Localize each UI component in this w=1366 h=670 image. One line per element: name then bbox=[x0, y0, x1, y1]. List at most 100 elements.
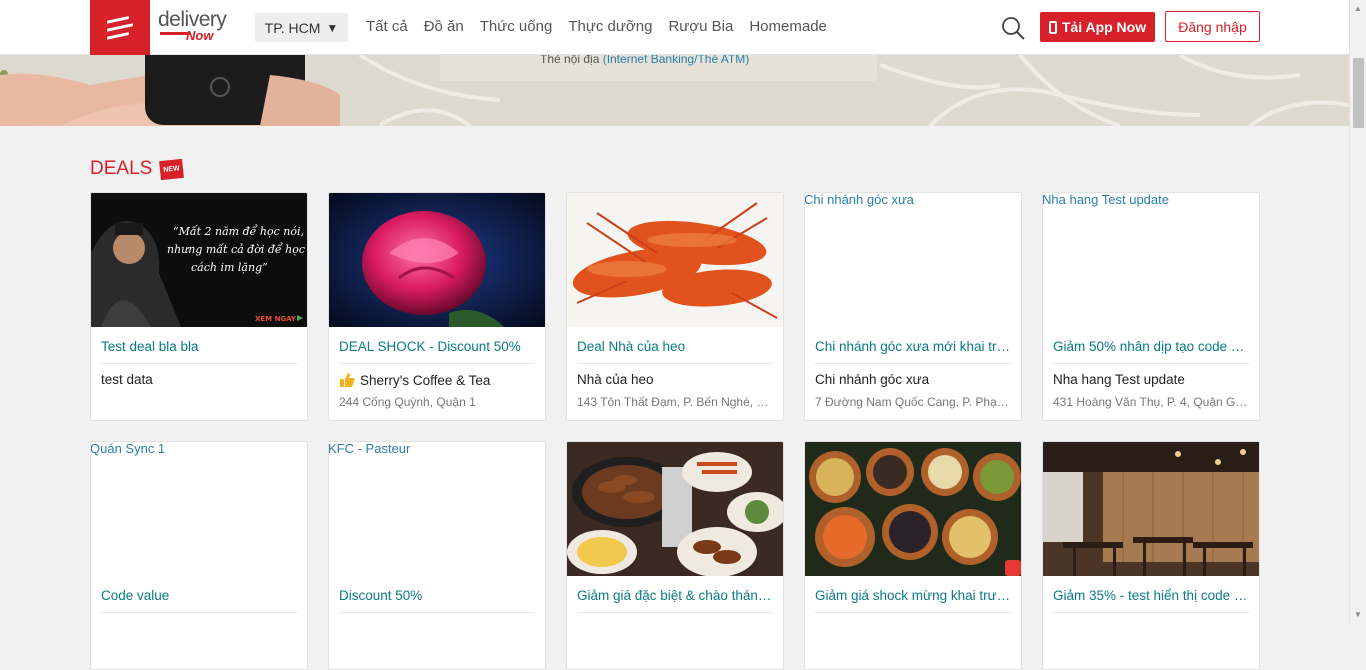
deal-title[interactable]: DEAL SHOCK - Discount 50% bbox=[339, 339, 535, 354]
login-button[interactable]: Đăng nhập bbox=[1165, 11, 1260, 42]
deal-store: Sherry's Coffee & Tea bbox=[339, 372, 535, 388]
nav-item-all[interactable]: Tất cả bbox=[366, 18, 408, 35]
phone-icon bbox=[1048, 20, 1057, 34]
deal-card[interactable]: Nha hang Test update Giảm 50% nhân dịp t… bbox=[1042, 192, 1260, 421]
search-icon[interactable] bbox=[1000, 15, 1026, 41]
deals-label: DEALS bbox=[90, 158, 153, 179]
deal-card[interactable]: Giảm 35% - test hiển thị code tại quán bbox=[1042, 441, 1260, 670]
lobster-image bbox=[567, 193, 783, 327]
deal-address: 7 Đường Nam Quốc Cang, P. Phạm Ngũ Lão, … bbox=[815, 395, 1011, 409]
deal-divider bbox=[577, 612, 773, 613]
deal-title[interactable]: Code value bbox=[101, 588, 297, 603]
quote-tag: XEM NGAY bbox=[255, 315, 297, 323]
deal-image: “Mất 2 năm để học nói, nhưng mất cả đời … bbox=[91, 193, 307, 327]
deal-store-name: Chi nhánh góc xưa bbox=[815, 372, 930, 387]
deal-title[interactable]: Giảm giá đặc biệt & chào tháng mới bbox=[577, 588, 773, 603]
deal-title[interactable]: Test deal bla bla bbox=[101, 339, 297, 354]
deal-address: 244 Cống Quỳnh, Quận 1 bbox=[339, 395, 476, 409]
category-nav: Tất cả Đồ ăn Thức uống Thực dưỡng Rượu B… bbox=[366, 18, 843, 35]
scroll-up-icon[interactable]: ▲ bbox=[1354, 4, 1362, 13]
deal-divider bbox=[577, 363, 773, 364]
download-app-label: Tải App Now bbox=[1061, 19, 1147, 35]
deal-title[interactable]: Chi nhánh góc xưa mới khai trương bbox=[815, 339, 1011, 354]
brand-logo-top: delivery bbox=[158, 8, 227, 31]
deal-image: KFC - Pasteur bbox=[329, 442, 545, 576]
new-badge: NEW bbox=[159, 158, 185, 180]
nav-item-homemade[interactable]: Homemade bbox=[749, 18, 827, 35]
bbq-image bbox=[567, 442, 783, 576]
city-select-value: TP. HCM bbox=[264, 19, 321, 36]
deal-title[interactable]: Giảm 35% - test hiển thị code tại quán bbox=[1053, 588, 1249, 603]
nav-item-alcohol[interactable]: Rượu Bia bbox=[668, 18, 733, 35]
deal-image bbox=[805, 442, 1021, 576]
download-app-button[interactable]: Tải App Now bbox=[1040, 12, 1155, 42]
scroll-down-icon[interactable]: ▼ bbox=[1354, 610, 1362, 619]
page-scrollbar[interactable]: ▲ ▼ bbox=[1349, 0, 1366, 623]
brand-logo[interactable]: delivery Now bbox=[158, 9, 238, 45]
deal-card[interactable]: Giảm giá shock mừng khai trương bbox=[804, 441, 1022, 670]
deal-address: 431 Hoàng Văn Thụ, P. 4, Quận Gò Vấp bbox=[1053, 395, 1249, 409]
deal-card[interactable]: DEAL SHOCK - Discount 50% Sherry's Coffe… bbox=[328, 192, 546, 421]
deal-image-alt-text: Nha hang Test update bbox=[1043, 193, 1169, 207]
hand-with-phone-image bbox=[0, 55, 340, 126]
deal-title[interactable]: Discount 50% bbox=[339, 588, 535, 603]
deal-image-alt-text: Quán Sync 1 bbox=[91, 442, 166, 456]
deal-divider bbox=[101, 612, 297, 613]
deal-image-alt-text: Chi nhánh góc xưa bbox=[805, 193, 914, 207]
deal-store-name: Nhà của heo bbox=[577, 372, 654, 387]
deal-image bbox=[567, 193, 783, 327]
deal-image bbox=[567, 442, 783, 576]
caret-down-icon: ▼ bbox=[326, 20, 339, 35]
banner-text-highlight: (Internet Banking/Thẻ ATM) bbox=[602, 55, 750, 66]
deal-divider bbox=[339, 363, 535, 364]
deals-section-title: DEALS NEW bbox=[90, 158, 185, 180]
thumbs-up-icon bbox=[340, 373, 355, 387]
deal-divider bbox=[339, 612, 535, 613]
rose-image bbox=[329, 193, 545, 327]
deal-divider bbox=[1053, 363, 1249, 364]
banner-payment-text: Thẻ nội địa (Internet Banking/Thẻ ATM) bbox=[540, 55, 749, 66]
quote-line-2: nhưng mất cả đời để học bbox=[167, 243, 305, 256]
logo-stripes-icon bbox=[107, 15, 133, 40]
quote-line-1: “Mất 2 năm để học nói, bbox=[173, 225, 304, 238]
banner-text-prefix: Thẻ nội địa bbox=[540, 55, 603, 66]
deal-store: Nha hang Test update bbox=[1053, 372, 1249, 387]
deal-card[interactable]: KFC - Pasteur Discount 50% bbox=[328, 441, 546, 670]
city-select[interactable]: TP. HCM ▼ bbox=[255, 13, 348, 42]
deal-store: Nhà của heo bbox=[577, 372, 773, 387]
scroll-thumb[interactable] bbox=[1353, 58, 1364, 128]
deal-title[interactable]: Deal Nhà của heo bbox=[577, 339, 773, 354]
deal-title[interactable]: Giảm 50% nhân dịp tạo code mới bbox=[1053, 339, 1249, 354]
deal-card[interactable]: Quán Sync 1 Code value bbox=[90, 441, 308, 670]
deal-address: 143 Tôn Thất Đạm, P. Bến Nghé, Quận 1 bbox=[577, 395, 773, 409]
promo-banner: Thẻ nội địa (Internet Banking/Thẻ ATM) bbox=[0, 55, 1349, 126]
cafe-image bbox=[1043, 442, 1259, 576]
deal-image: Quán Sync 1 bbox=[91, 442, 307, 576]
deal-image-alt-text: KFC - Pasteur bbox=[329, 442, 411, 456]
nav-item-food[interactable]: Đồ ăn bbox=[424, 18, 464, 35]
spices-image bbox=[805, 442, 1021, 576]
deal-card[interactable]: Giảm giá đặc biệt & chào tháng mới bbox=[566, 441, 784, 670]
deal-card[interactable]: Deal Nhà của heo Nhà của heo 143 Tôn Thấ… bbox=[566, 192, 784, 421]
deal-card[interactable]: “Mất 2 năm để học nói, nhưng mất cả đời … bbox=[90, 192, 308, 421]
deal-image: Nha hang Test update bbox=[1043, 193, 1259, 327]
deal-store: test data bbox=[101, 372, 297, 387]
deal-divider bbox=[815, 612, 1011, 613]
deal-store: Chi nhánh góc xưa bbox=[815, 372, 1011, 387]
deal-image bbox=[1043, 442, 1259, 576]
quote-image: “Mất 2 năm để học nói, nhưng mất cả đời … bbox=[91, 193, 307, 327]
deal-title[interactable]: Giảm giá shock mừng khai trương bbox=[815, 588, 1011, 603]
brand-logo-bottom: Now bbox=[186, 28, 214, 43]
deal-divider bbox=[101, 363, 297, 364]
top-header: delivery Now TP. HCM ▼ Tất cả Đồ ăn Thức… bbox=[0, 0, 1349, 55]
deal-image: Chi nhánh góc xưa bbox=[805, 193, 1021, 327]
menu-logo-button[interactable] bbox=[90, 0, 150, 55]
deal-store-name: test data bbox=[101, 372, 153, 387]
deal-image bbox=[329, 193, 545, 327]
deal-divider bbox=[815, 363, 1011, 364]
deal-card[interactable]: Chi nhánh góc xưa Chi nhánh góc xưa mới … bbox=[804, 192, 1022, 421]
nav-item-drinks[interactable]: Thức uống bbox=[480, 18, 553, 35]
deal-divider bbox=[1053, 612, 1249, 613]
quote-line-3: cách im lặng” bbox=[191, 261, 268, 274]
nav-item-healthy[interactable]: Thực dưỡng bbox=[568, 18, 652, 35]
